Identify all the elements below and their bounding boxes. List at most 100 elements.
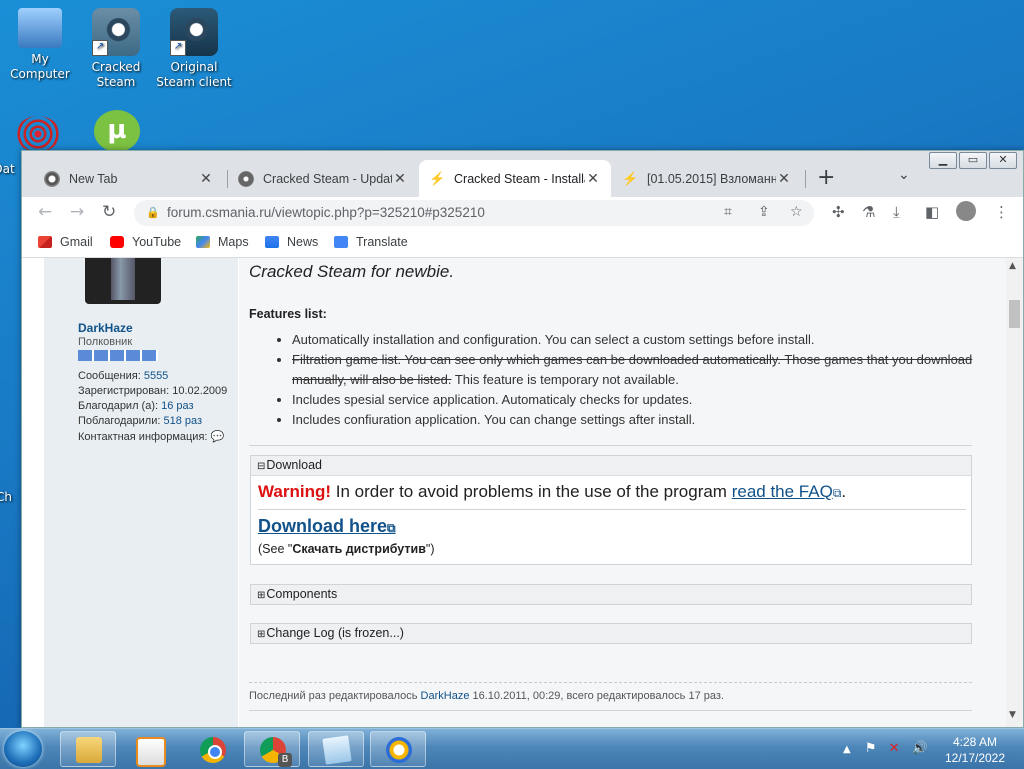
- components-spoiler-header[interactable]: ⊞Components: [251, 585, 971, 604]
- steam-icon: ↗: [170, 8, 218, 56]
- forward-button[interactable]: →: [70, 202, 84, 222]
- see-note: (See "Скачать дистрибутив"): [258, 542, 435, 556]
- expand-icon: ⊞: [257, 590, 266, 601]
- start-button[interactable]: [4, 731, 42, 767]
- taskbar-app[interactable]: [370, 731, 426, 767]
- thanked-link[interactable]: 16 раз: [161, 400, 193, 412]
- clock-date: 12/17/2022: [944, 751, 1006, 765]
- collapse-icon: ⊟: [257, 461, 266, 472]
- was-thanked-link[interactable]: 518 раз: [164, 415, 203, 427]
- address-bar[interactable]: 🔒 forum.csmania.ru/viewtopic.php?p=32521…: [134, 200, 814, 226]
- desktop-icon-my-computer[interactable]: My Computer: [2, 8, 78, 82]
- stat-label: Сообщения:: [78, 370, 141, 382]
- chat-bubble-icon[interactable]: 💬: [211, 431, 225, 443]
- spoiler-title: Change Log (is frozen...): [266, 626, 404, 640]
- side-panel-icon[interactable]: ◧: [925, 203, 939, 221]
- warning-line: Warning! In order to avoid problems in t…: [258, 482, 846, 502]
- scrollbar-thumb[interactable]: [1009, 300, 1020, 328]
- download-spoiler: ⊟Download Warning! In order to avoid pro…: [250, 455, 972, 565]
- desktop-icon-label: Original Steam client: [156, 60, 232, 89]
- profile-avatar[interactable]: [956, 201, 976, 221]
- bookmark-translate[interactable]: Translate: [334, 235, 408, 249]
- bookmark-maps[interactable]: Maps: [196, 235, 249, 249]
- translate-icon[interactable]: ⌗: [724, 204, 732, 220]
- scroll-down-icon[interactable]: ▼: [1009, 710, 1016, 720]
- desktop-icon-label: My Computer: [10, 52, 70, 81]
- vertical-scrollbar[interactable]: ▲ ▼: [1006, 258, 1023, 727]
- lock-icon: 🔒: [146, 206, 160, 219]
- taskbar-chrome-profile[interactable]: B: [244, 731, 300, 767]
- stat-registered: Зарегистрирован: 10.02.2009: [78, 385, 227, 397]
- tab-cracked-steam-update[interactable]: Cracked Steam - Update ✕: [228, 160, 418, 197]
- volume-icon[interactable]: 🔊: [912, 741, 928, 756]
- scroll-up-icon[interactable]: ▲: [1009, 261, 1016, 271]
- gmail-icon: [38, 236, 52, 248]
- reload-button[interactable]: ↻: [102, 202, 116, 222]
- stat-thanked: Благодарил (а): 16 раз: [78, 400, 194, 412]
- desktop-icon-partial-1[interactable]: [16, 116, 60, 152]
- close-tab-icon[interactable]: ✕: [776, 170, 792, 187]
- author-name[interactable]: DarkHaze: [78, 321, 133, 335]
- bookmark-gmail[interactable]: Gmail: [38, 235, 93, 249]
- clock[interactable]: 4:28 AM 12/17/2022: [940, 734, 1010, 766]
- desktop-icon-cracked-steam[interactable]: ↗ Cracked Steam: [78, 8, 154, 90]
- edit-user-link[interactable]: DarkHaze: [421, 690, 470, 702]
- extensions-puzzle-icon[interactable]: ✣: [832, 203, 845, 221]
- tab-csmania-2015[interactable]: ⚡ [01.05.2015] Взломанны ✕: [612, 160, 802, 197]
- desktop-icon-original-steam[interactable]: ↗ Original Steam client: [156, 8, 232, 90]
- stat-label: Контактная информация:: [78, 431, 208, 443]
- maximize-button[interactable]: ▭: [959, 152, 987, 169]
- messages-link[interactable]: 5555: [144, 370, 168, 382]
- download-link-text[interactable]: Download here: [258, 516, 387, 536]
- bookmark-star-icon[interactable]: ☆: [790, 204, 803, 220]
- download-link[interactable]: Download here⧉: [258, 516, 396, 537]
- edit-prefix: Последний раз редактировалось: [249, 690, 421, 702]
- taskbar-explorer[interactable]: [60, 731, 116, 767]
- tab-new-tab[interactable]: New Tab ✕: [34, 160, 224, 197]
- tab-search-chevron-icon[interactable]: ⌄: [898, 167, 910, 183]
- network-icon[interactable]: ✕: [889, 741, 900, 756]
- tab-title: Cracked Steam - Update: [263, 171, 392, 186]
- changelog-spoiler: ⊞Change Log (is frozen...): [250, 623, 972, 644]
- share-icon[interactable]: ⇪: [758, 204, 770, 220]
- faq-link[interactable]: read the FAQ: [732, 482, 833, 501]
- taskbar-notepad[interactable]: [308, 731, 364, 767]
- bookmark-youtube[interactable]: YouTube: [110, 235, 181, 249]
- minimize-button[interactable]: ▁: [929, 152, 957, 169]
- features-heading: Features list:: [249, 307, 327, 321]
- system-tray: ▲ ⚑ ✕ 🔊: [843, 741, 928, 756]
- shortcut-arrow-icon: ↗: [92, 40, 108, 56]
- page-viewport: DarkHaze Полковник Сообщения: 5555 Зарег…: [22, 258, 1006, 727]
- tab-title: New Tab: [69, 171, 118, 186]
- bookmark-news[interactable]: News: [265, 235, 318, 249]
- stat-label: Благодарил (а):: [78, 400, 159, 412]
- show-hidden-icons-icon[interactable]: ▲: [843, 744, 851, 755]
- close-window-button[interactable]: ✕: [989, 152, 1017, 169]
- csmania-icon: ⚡: [622, 170, 639, 186]
- menu-dots-icon[interactable]: ⋮: [994, 203, 1009, 221]
- changelog-spoiler-header[interactable]: ⊞Change Log (is frozen...): [251, 624, 971, 643]
- tab-cracked-steam-install[interactable]: ⚡ Cracked Steam - Installa ✕: [419, 160, 611, 197]
- computer-icon: [18, 8, 62, 48]
- action-center-icon[interactable]: ⚑: [865, 741, 877, 756]
- features-list: Automatically installation and configura…: [272, 330, 992, 430]
- close-tab-icon[interactable]: ✕: [392, 170, 408, 187]
- close-tab-icon[interactable]: ✕: [585, 170, 601, 187]
- steam-icon: ↗: [92, 8, 140, 56]
- taskbar-chrome[interactable]: [184, 731, 240, 767]
- close-tab-icon[interactable]: ✕: [198, 170, 214, 187]
- download-spoiler-header[interactable]: ⊟Download: [251, 456, 971, 476]
- post-title: Cracked Steam for newbie.: [249, 262, 455, 281]
- list-item: Includes confiuration application. You c…: [292, 410, 992, 430]
- taskbar-media-player[interactable]: [120, 731, 176, 767]
- see-prefix: (See ": [258, 542, 293, 556]
- warning-text: In order to avoid problems in the use of…: [331, 482, 732, 501]
- bookmark-label: News: [287, 235, 319, 249]
- download-icon[interactable]: ⤓: [893, 203, 900, 221]
- divider: [249, 445, 972, 446]
- new-tab-button[interactable]: +: [817, 165, 835, 190]
- window-controls: ▁ ▭ ✕: [929, 152, 1017, 169]
- desktop-icon-utorrent[interactable]: µ: [94, 110, 140, 152]
- back-button[interactable]: ←: [38, 202, 52, 222]
- labs-flask-icon[interactable]: ⚗: [862, 203, 875, 221]
